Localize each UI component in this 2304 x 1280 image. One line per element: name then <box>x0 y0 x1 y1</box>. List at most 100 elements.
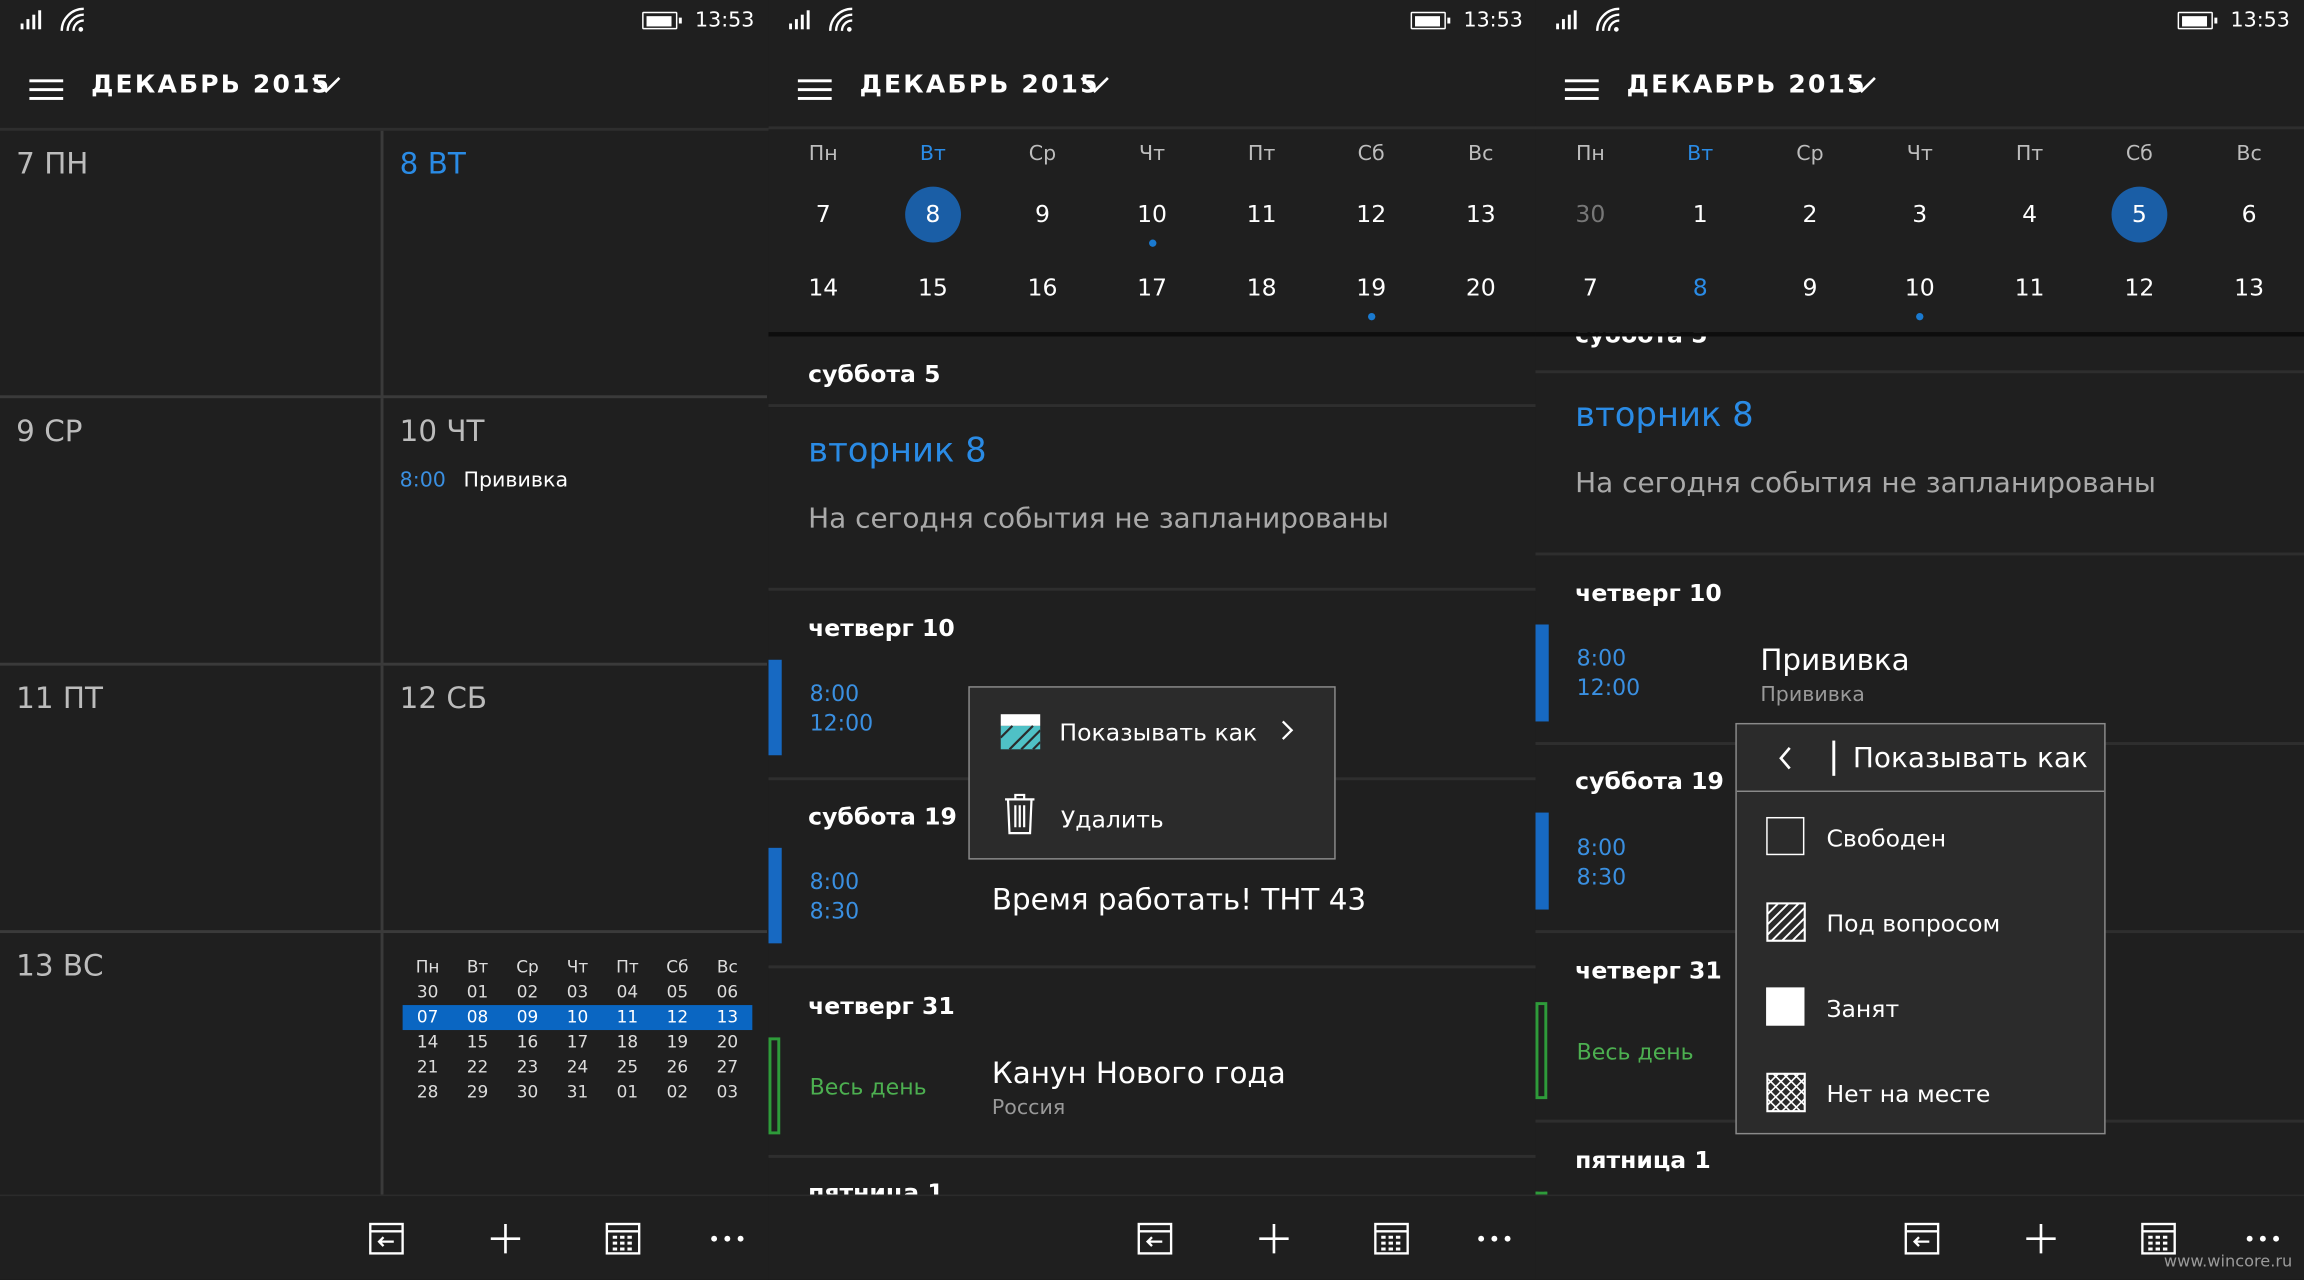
day-label: 7 ПН <box>16 145 89 181</box>
day-cell[interactable]: 13 ВС <box>0 933 384 1201</box>
back-icon[interactable] <box>1778 746 1793 770</box>
date-cell[interactable]: 13 <box>2194 259 2304 318</box>
day-cell[interactable]: 9 СР <box>0 398 384 666</box>
menu-item-show-as[interactable]: Показывать как <box>970 688 1334 773</box>
date-cell[interactable]: 3 <box>1865 185 1975 244</box>
option-away[interactable]: Нет на месте <box>1737 1051 2104 1136</box>
date-cell[interactable]: 7 <box>1536 259 1646 318</box>
date-cell-today[interactable]: 8 <box>1645 259 1755 318</box>
menu-item-delete[interactable]: Удалить <box>970 773 1334 858</box>
event-times[interactable]: 8:00 12:00 <box>1577 644 1641 703</box>
status-bar: 13:53 <box>1536 0 2304 44</box>
day-cell[interactable]: 12 СБ <box>383 666 768 934</box>
day-cell[interactable]: 7 ПН <box>0 130 384 399</box>
day-heading: четверг 31 <box>1575 956 1722 985</box>
date-cell[interactable]: 17 <box>1097 259 1207 318</box>
calendar-icon[interactable] <box>602 1218 643 1259</box>
free-swatch-icon <box>1766 816 1805 856</box>
option-tentative[interactable]: Под вопросом <box>1737 880 2104 965</box>
event-color-bar <box>1535 624 1549 722</box>
signal-icon <box>789 10 810 30</box>
event-times[interactable]: 8:00 8:30 <box>1577 833 1627 892</box>
month-title[interactable]: ДЕКАБРЬ 2015 <box>860 71 1100 100</box>
date-cell[interactable]: 11 <box>1975 259 2085 318</box>
event-title[interactable]: Время работать! ТНТ 43 <box>992 882 1366 917</box>
option-free[interactable]: Свободен <box>1737 795 2104 880</box>
context-menu: Показывать как Удалить <box>968 686 1336 860</box>
chevron-right-icon <box>1281 720 1294 740</box>
month-week-row[interactable]: 7 8 9 10 11 12 13 <box>1536 259 2304 321</box>
calendar-icon[interactable] <box>1371 1218 1412 1259</box>
event-color-bar <box>768 1037 781 1135</box>
event-times[interactable]: 8:00 8:30 <box>810 867 860 926</box>
date-cell[interactable]: 6 <box>2194 185 2304 244</box>
date-cell-selected[interactable]: 8 <box>878 185 988 244</box>
month-week-row[interactable]: 14 15 16 17 18 19 20 <box>768 259 1536 321</box>
date-cell[interactable]: 13 <box>1426 185 1536 244</box>
date-cell[interactable]: 19 <box>1316 259 1426 321</box>
date-cell[interactable]: 30 <box>1536 185 1646 244</box>
today-icon[interactable] <box>1136 1218 1177 1259</box>
date-cell[interactable]: 18 <box>1207 259 1317 318</box>
day-label: 13 ВС <box>16 947 104 984</box>
divider <box>768 332 1536 337</box>
event-item[interactable]: 8:00 Прививка <box>400 469 751 493</box>
month-title[interactable]: ДЕКАБРЬ 2015 <box>1627 71 1867 100</box>
today-icon[interactable] <box>1903 1218 1944 1259</box>
month-week-row[interactable]: 30 1 2 3 4 5 6 <box>1536 185 2304 244</box>
event-title[interactable]: Канун Нового года <box>992 1055 1286 1090</box>
mini-month[interactable]: Пн Вт Ср Чт Пт Сб Вс 30 01 02 03 04 05 06 07 08 09 10 11… <box>402 955 753 1105</box>
date-cell[interactable]: 1 <box>1645 185 1755 244</box>
text-cursor <box>1832 740 1836 776</box>
date-cell[interactable]: 7 <box>768 185 878 244</box>
weekday-header: Пн Вт Ср Чт Пт Сб Вс <box>808 142 1494 167</box>
date-cell[interactable]: 15 <box>878 259 988 318</box>
mini-week-row-selected[interactable]: 07 08 09 10 11 12 13 <box>402 1005 753 1031</box>
chevron-down-icon[interactable] <box>1847 76 1876 94</box>
mini-week-row[interactable]: 28 29 30 31 01 02 03 <box>403 1080 753 1105</box>
mini-week-row[interactable]: 14 15 16 17 18 19 20 <box>403 1030 753 1055</box>
date-cell[interactable]: 10 <box>1865 259 1975 321</box>
date-cell[interactable]: 20 <box>1426 259 1536 318</box>
hamburger-icon[interactable] <box>797 79 832 100</box>
add-icon[interactable] <box>2020 1218 2061 1259</box>
more-icon[interactable] <box>707 1218 748 1259</box>
chevron-down-icon[interactable] <box>1080 76 1109 94</box>
month-title[interactable]: ДЕКАБРЬ 2015 <box>91 71 331 100</box>
mini-week-row[interactable]: 30 01 02 03 04 05 06 <box>403 980 753 1005</box>
add-icon[interactable] <box>1253 1218 1294 1259</box>
date-cell[interactable]: 9 <box>1755 259 1865 318</box>
hamburger-icon[interactable] <box>29 79 64 100</box>
chevron-down-icon[interactable] <box>312 76 341 94</box>
date-cell-selected[interactable]: 5 <box>2084 185 2194 244</box>
today-icon[interactable] <box>367 1218 408 1259</box>
event-subtitle: Россия <box>991 1096 1066 1120</box>
date-cell[interactable]: 4 <box>1975 185 2085 244</box>
month-week-row[interactable]: 7 8 9 10 11 12 13 <box>768 185 1536 247</box>
app-bar <box>0 1194 769 1280</box>
date-cell[interactable]: 12 <box>2084 259 2194 318</box>
more-icon[interactable] <box>1474 1218 1515 1259</box>
divider <box>768 404 1536 408</box>
date-cell[interactable]: 2 <box>1755 185 1865 244</box>
date-cell[interactable]: 10 <box>1097 185 1207 247</box>
mini-week-row[interactable]: 21 22 23 24 25 26 27 <box>403 1055 753 1080</box>
day-cell[interactable]: 11 ПТ <box>0 665 384 934</box>
date-cell[interactable]: 11 <box>1207 185 1317 244</box>
add-icon[interactable] <box>485 1218 526 1259</box>
date-cell[interactable]: 14 <box>768 259 878 318</box>
day-heading: четверг 31 <box>808 991 955 1020</box>
day-heading: четверг 10 <box>1575 578 1722 607</box>
day-cell-today[interactable]: 8 ВТ <box>383 131 768 399</box>
divider <box>768 587 1536 591</box>
hamburger-icon[interactable] <box>1564 79 1599 100</box>
wifi-icon <box>1596 7 1620 32</box>
date-cell[interactable]: 16 <box>988 259 1098 318</box>
date-cell[interactable]: 12 <box>1316 185 1426 244</box>
day-cell[interactable]: 10 ЧТ 8:00 Прививка <box>383 398 768 666</box>
date-cell[interactable]: 9 <box>988 185 1098 244</box>
event-times[interactable]: 8:00 12:00 <box>810 679 874 738</box>
day-heading: пятница 1 <box>1575 1146 1711 1175</box>
event-title[interactable]: Прививка <box>1760 642 1909 677</box>
option-busy[interactable]: Занят <box>1737 965 2104 1050</box>
